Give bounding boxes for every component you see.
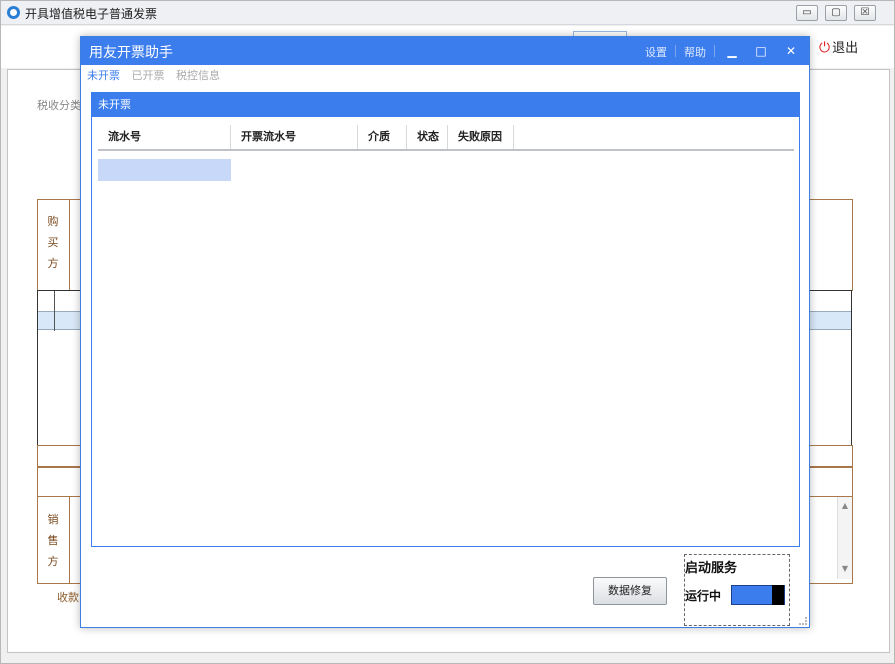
help-link[interactable]: 帮助 [684, 44, 706, 60]
exit-label: 退出 [832, 41, 859, 56]
column-serial-no[interactable]: 流水号 [98, 125, 231, 149]
service-toggle[interactable] [731, 585, 785, 605]
service-status-label: 运行中 [685, 589, 722, 603]
dialog-titlebar[interactable]: 用友开票助手 设置 帮助 ▁ □ ✕ [81, 37, 809, 65]
bg-minimize-button[interactable]: ▭ [796, 5, 818, 21]
dialog-title: 用友开票助手 [89, 45, 173, 61]
service-panel: 启动服务 运行中 [684, 554, 790, 626]
buyer-label: 购 买 方 [47, 215, 59, 270]
bg-titlebar: 开具增值税电子普通发票 ▭ ▢ ☒ [1, 1, 894, 25]
panel-title: 未开票 [92, 93, 799, 117]
start-service-label: 启动服务 [685, 561, 738, 576]
column-medium[interactable]: 介质 [358, 125, 407, 149]
remark-scrollbar[interactable]: ▲ ▼ [837, 497, 852, 579]
tab-uninvoiced[interactable]: 未开票 [87, 67, 120, 83]
grid-header: 流水号 开票流水号 介质 状态 失败原因 [98, 125, 794, 151]
table-row[interactable] [98, 159, 231, 181]
column-status[interactable]: 状态 [407, 125, 448, 149]
close-icon[interactable]: ✕ [782, 41, 800, 61]
power-icon: ⏻ [819, 40, 831, 56]
tab-invoiced[interactable]: 已开票 [132, 67, 165, 83]
tab-tax-control-info[interactable]: 税控信息 [176, 67, 220, 83]
bg-window-title: 开具增值税电子普通发票 [25, 7, 158, 21]
column-invoice-serial-no[interactable]: 开票流水号 [231, 125, 358, 149]
data-repair-button[interactable]: 数据修复 [593, 577, 667, 605]
settings-link[interactable]: 设置 [645, 44, 667, 60]
resize-grip-icon[interactable] [799, 617, 807, 625]
toggle-knob[interactable] [772, 585, 784, 605]
bg-close-button[interactable]: ☒ [854, 5, 876, 21]
app-logo-icon [7, 6, 20, 19]
exit-button[interactable]: ⏻ 退出 [819, 37, 858, 56]
minimize-icon[interactable]: ▁ [723, 41, 741, 61]
dialog-tabs: 未开票 已开票 税控信息 [87, 67, 228, 83]
title-separator [675, 45, 676, 57]
maximize-icon[interactable]: □ [752, 41, 770, 61]
column-failure-reason[interactable]: 失败原因 [448, 125, 514, 149]
tax-category-label: 税收分类 [37, 99, 81, 112]
invoice-assistant-dialog: 用友开票助手 设置 帮助 ▁ □ ✕ 未开票 已开票 税控信息 未开票 流水号 … [80, 36, 810, 628]
seller-label: 销 售 方 [47, 513, 59, 568]
bg-restore-button[interactable]: ▢ [825, 5, 847, 21]
collect-label: 收款 [57, 591, 79, 604]
items-grid-line [54, 291, 55, 331]
uninvoiced-panel: 未开票 流水号 开票流水号 介质 状态 失败原因 [91, 92, 800, 547]
title-separator [714, 45, 715, 57]
